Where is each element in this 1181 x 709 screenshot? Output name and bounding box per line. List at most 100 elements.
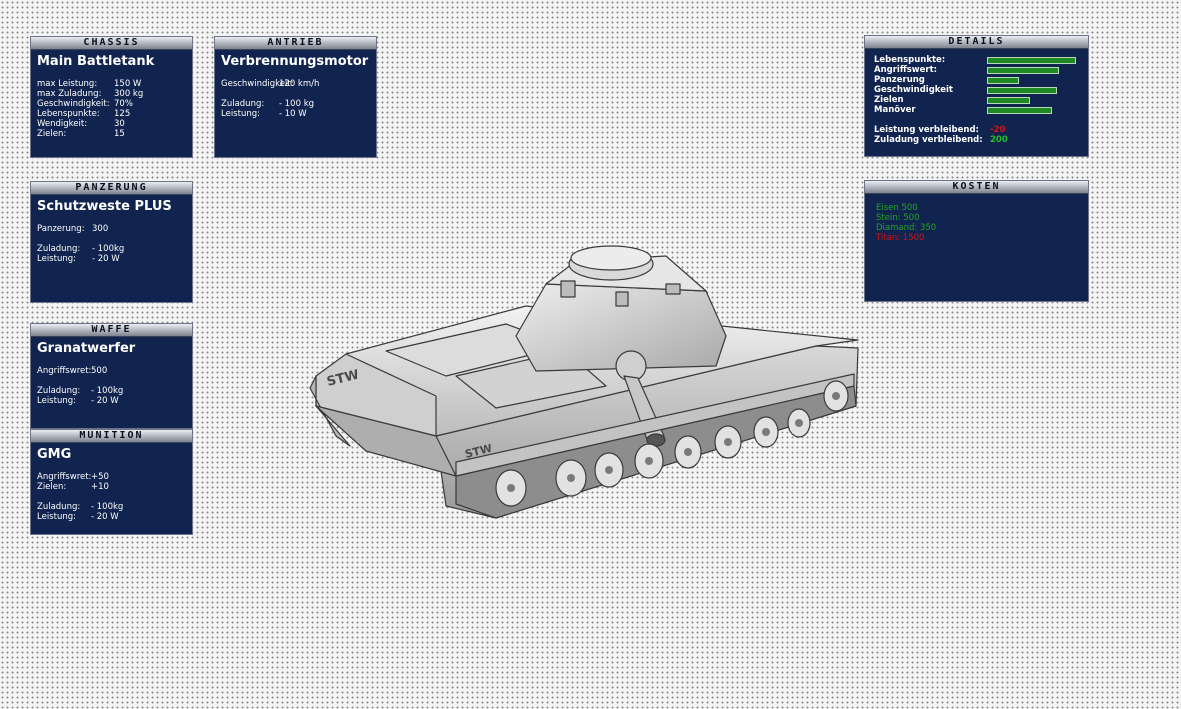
detail-label: Lebenspunkte: xyxy=(874,55,946,65)
detail-row-panzerung: Panzerung xyxy=(874,75,1079,85)
panzerung-panel[interactable]: PANZERUNG Schutzweste PLUS Panzerung: 300… xyxy=(30,181,193,303)
panzerung-header: PANZERUNG xyxy=(31,182,192,195)
chassis-header: CHASSIS xyxy=(31,37,192,50)
stat-label: Geschwindigkeit: xyxy=(221,79,294,89)
detail-bar xyxy=(987,76,1079,84)
leistung-remaining-value: -20 xyxy=(990,125,1006,135)
cost-value: - 20 W xyxy=(92,254,120,264)
detail-row-manoever: Manöver xyxy=(874,105,1079,115)
cost-label: Zuladung: xyxy=(37,244,81,254)
cost-label: Leistung: xyxy=(221,109,260,119)
zuladung-remaining-label: Zuladung verbleibend: xyxy=(874,135,983,145)
detail-bar xyxy=(987,86,1079,94)
leistung-remaining: Leistung verbleibend: -20 xyxy=(874,125,1079,135)
cost-row: Leistung: - 20 W xyxy=(37,512,186,522)
chassis-panel[interactable]: CHASSIS Main Battletank max Leistung: 150… xyxy=(30,36,193,158)
munition-name: GMG xyxy=(37,447,72,462)
cost-value: - 10 W xyxy=(279,109,307,119)
waffe-header: WAFFE xyxy=(31,324,192,337)
detail-label: Panzerung xyxy=(874,75,925,85)
stat-label: Angriffswret: xyxy=(37,472,92,482)
cost-row: Zuladung: - 100kg xyxy=(37,502,186,512)
cost-value: - 100kg xyxy=(91,502,124,512)
detail-row-geschwindigkeit: Geschwindigkeit xyxy=(874,85,1079,95)
stat-row: Geschwindigkeit: 70% xyxy=(37,99,186,109)
detail-bar xyxy=(987,106,1079,114)
cost-titan: Titan: 1500 xyxy=(876,233,925,243)
detail-row-zielen: Zielen xyxy=(874,95,1079,105)
stat-label: max Zuladung: xyxy=(37,89,102,99)
kosten-header: KOSTEN xyxy=(865,181,1088,194)
details-panel: DETAILS Lebenspunkte: Angriffswert: Panz… xyxy=(864,35,1089,157)
stat-row: max Zuladung: 300 kg xyxy=(37,89,186,99)
stat-value: +50 xyxy=(91,472,109,482)
cost-label: Zuladung: xyxy=(37,386,81,396)
stat-value: 300 kg xyxy=(114,89,144,99)
cost-value: - 100kg xyxy=(92,244,125,254)
cost-row: Leistung: - 20 W xyxy=(37,254,186,264)
stat-value: 500 xyxy=(91,366,108,376)
stat-row: Angriffswret: +50 xyxy=(37,472,186,482)
stat-row: Zielen: +10 xyxy=(37,482,186,492)
cost-label: Leistung: xyxy=(37,254,76,264)
stat-value: 30 xyxy=(114,119,125,129)
antrieb-panel[interactable]: ANTRIEB Verbrennungsmotor Geschwindigkei… xyxy=(214,36,377,158)
detail-bar-fill xyxy=(987,86,1058,94)
detail-bar-fill xyxy=(987,76,1019,84)
detail-label: Manöver xyxy=(874,105,916,115)
detail-bar xyxy=(987,56,1079,64)
cost-label: Leistung: xyxy=(37,512,76,522)
stat-label: Zielen: xyxy=(37,482,67,492)
waffe-name: Granatwerfer xyxy=(37,341,136,356)
chassis-stats: max Leistung: 150 W max Zuladung: 300 kg G… xyxy=(37,79,186,139)
stat-row: Angriffswret: 500 xyxy=(37,366,186,376)
cost-label: Zuladung: xyxy=(221,99,265,109)
antrieb-name: Verbrennungsmotor xyxy=(221,54,369,69)
detail-bar-fill xyxy=(987,56,1077,64)
leistung-remaining-label: Leistung verbleibend: xyxy=(874,125,979,135)
details-header: DETAILS xyxy=(865,36,1088,49)
cost-value: - 20 W xyxy=(91,512,119,522)
stat-row: Lebenspunkte: 125 xyxy=(37,109,186,119)
stat-label: Lebenspunkte: xyxy=(37,109,100,119)
cost-row: Zuladung: - 100kg xyxy=(37,386,186,396)
stat-row: Geschwindigkeit: 120 km/h xyxy=(221,79,370,89)
zuladung-remaining-value: 200 xyxy=(990,135,1008,145)
detail-bar-fill xyxy=(987,96,1030,104)
stat-row: Panzerung: 300 xyxy=(37,224,186,234)
stat-value: 15 xyxy=(114,129,125,139)
panzerung-name: Schutzweste PLUS xyxy=(37,199,172,214)
stat-label: Geschwindigkeit: xyxy=(37,99,110,109)
detail-bar-fill xyxy=(987,106,1052,114)
detail-row-angriffswert: Angriffswert: xyxy=(874,65,1079,75)
detail-bar xyxy=(987,96,1079,104)
stat-label: Angriffswret: xyxy=(37,366,92,376)
cost-label: Zuladung: xyxy=(37,502,81,512)
cost-value: - 100 kg xyxy=(279,99,315,109)
cost-row: Leistung: - 20 W xyxy=(37,396,186,406)
waffe-panel[interactable]: WAFFE Granatwerfer Angriffswret: 500 Zula… xyxy=(30,323,193,429)
detail-row-lebenspunkte: Lebenspunkte: xyxy=(874,55,1079,65)
cost-label: Leistung: xyxy=(37,396,76,406)
stat-label: Panzerung: xyxy=(37,224,85,234)
cost-value: - 100kg xyxy=(91,386,124,396)
cost-row: Leistung: - 10 W xyxy=(221,109,370,119)
stat-value: +10 xyxy=(91,482,109,492)
chassis-name: Main Battletank xyxy=(37,54,155,69)
detail-label: Zielen xyxy=(874,95,904,105)
detail-bar xyxy=(987,66,1079,74)
cost-row: Zuladung: - 100 kg xyxy=(221,99,370,109)
stat-label: Wendigkeit: xyxy=(37,119,88,129)
detail-label: Geschwindigkeit xyxy=(874,85,953,95)
cost-stein: Stein: 500 xyxy=(876,213,920,223)
stat-label: max Leistung: xyxy=(37,79,98,89)
munition-panel[interactable]: MUNITION GMG Angriffswret: +50 Zielen: +10… xyxy=(30,429,193,535)
zuladung-remaining: Zuladung verbleibend: 200 xyxy=(874,135,1079,145)
munition-header: MUNITION xyxy=(31,430,192,443)
stat-value: 120 km/h xyxy=(279,79,320,89)
antrieb-header: ANTRIEB xyxy=(215,37,376,50)
stat-row: Wendigkeit: 30 xyxy=(37,119,186,129)
stat-row: Zielen: 15 xyxy=(37,129,186,139)
stat-value: 150 W xyxy=(114,79,142,89)
stat-row: max Leistung: 150 W xyxy=(37,79,186,89)
